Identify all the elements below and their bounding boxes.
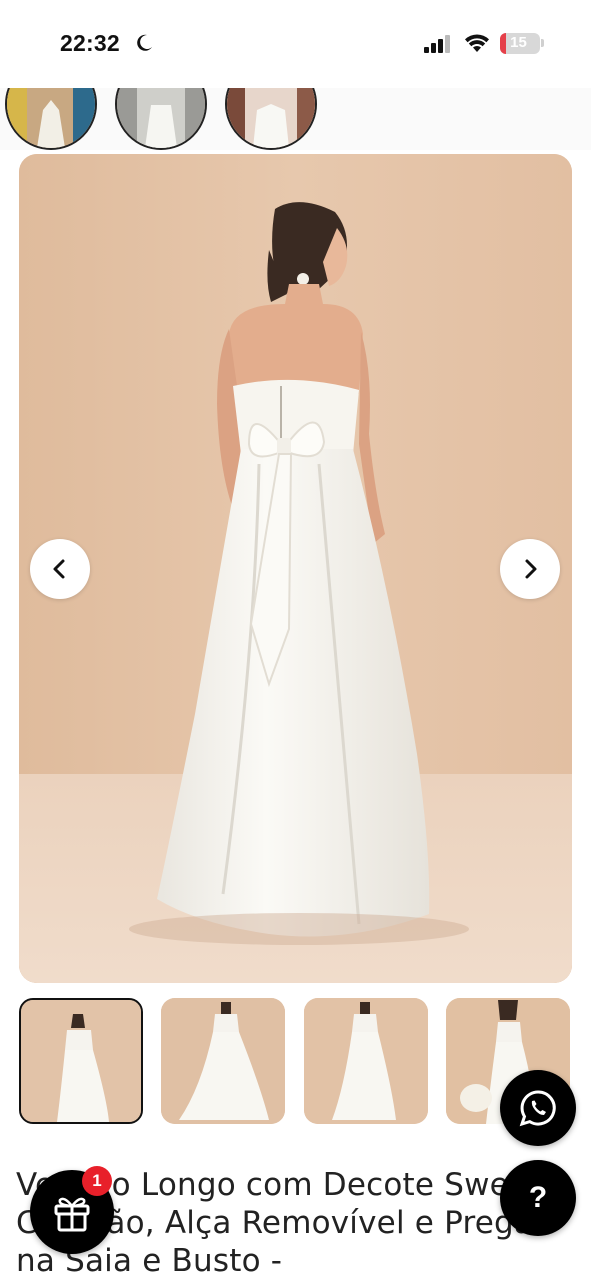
dress-photo [19,154,572,983]
next-image-button[interactable] [500,539,560,599]
notification-badge: 1 [82,1166,112,1196]
battery-indicator: 15 [500,33,540,54]
whatsapp-button[interactable] [500,1070,576,1146]
moon-icon [137,34,152,51]
thumbnail-image [304,998,428,1124]
gallery-thumbnail-1[interactable] [19,998,143,1124]
story-thumbnail[interactable] [115,88,207,150]
cellular-signal-icon [424,35,450,53]
gallery-thumbnail-2[interactable] [161,998,285,1124]
thumbnail-image [21,1000,141,1122]
battery-cap [541,39,544,47]
story-image [117,88,205,148]
story-image [7,88,95,148]
story-image [227,88,315,148]
story-thumbnail[interactable] [225,88,317,150]
status-bar: 22:32 15 [0,0,591,88]
chevron-left-icon [53,559,65,579]
battery-level: 15 [510,34,527,51]
product-main-image[interactable] [19,154,572,983]
prev-image-button[interactable] [30,539,90,599]
wifi-icon [465,34,489,52]
thumbnail-image [161,998,285,1124]
help-button[interactable]: ? [500,1160,576,1236]
chevron-right-icon [525,559,537,579]
status-time: 22:32 [60,30,120,56]
story-thumbnails [0,88,591,150]
whatsapp-icon [519,1090,556,1127]
gallery-thumbnail-3[interactable] [304,998,428,1124]
gift-icon [54,1197,90,1232]
story-thumbnail[interactable] [5,88,97,150]
